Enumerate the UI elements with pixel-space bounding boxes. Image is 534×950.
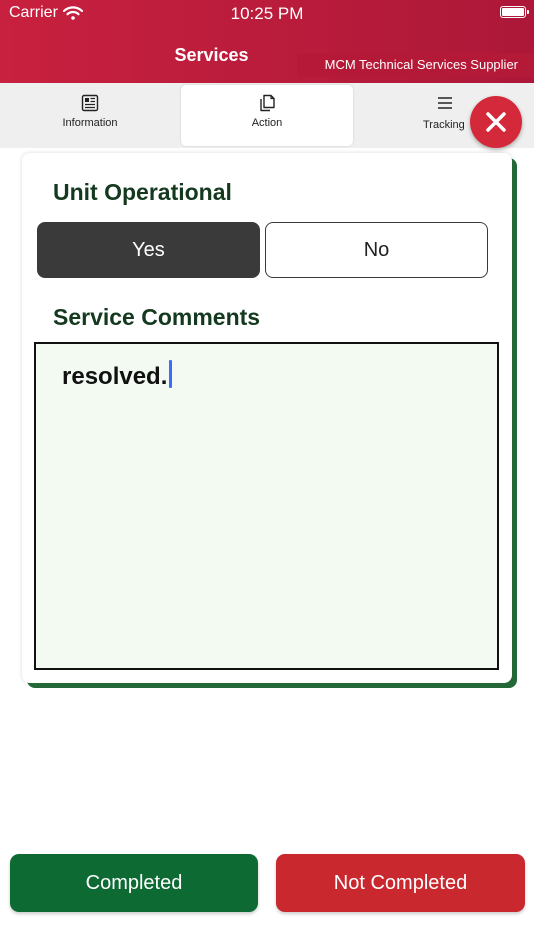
action-card: Unit Operational Yes No Service Comments… <box>22 153 512 683</box>
app-header: Carrier 10:25 PM Services MCM Technical … <box>0 0 534 83</box>
tab-information[interactable]: Information <box>0 85 180 146</box>
service-comments-value: resolved. <box>62 363 168 390</box>
not-completed-button[interactable]: Not Completed <box>276 854 525 912</box>
completed-button[interactable]: Completed <box>10 854 258 912</box>
tab-action-label: Action <box>251 117 283 129</box>
tab-action[interactable]: Action <box>181 85 353 146</box>
copy-icon <box>260 94 275 112</box>
unit-operational-label: Unit Operational <box>53 179 232 205</box>
service-comments-label: Service Comments <box>53 304 261 330</box>
supplier-badge: MCM Technical Services Supplier <box>297 53 534 77</box>
tab-tracking-label: Tracking <box>423 119 465 131</box>
document-icon <box>81 94 99 112</box>
no-button[interactable]: No <box>265 222 488 278</box>
close-icon <box>486 112 506 132</box>
tab-bar: Information Action Tracking <box>0 83 534 148</box>
service-comments-input[interactable]: resolved. <box>34 342 499 670</box>
list-icon <box>438 97 452 109</box>
status-time: 10:25 PM <box>230 4 304 23</box>
tab-information-label: Information <box>62 117 118 129</box>
close-button[interactable] <box>470 96 522 148</box>
yes-button[interactable]: Yes <box>37 222 260 278</box>
text-cursor <box>169 360 173 388</box>
battery-icon <box>500 6 529 18</box>
service-comments-value-wrap: resolved. <box>62 360 173 391</box>
